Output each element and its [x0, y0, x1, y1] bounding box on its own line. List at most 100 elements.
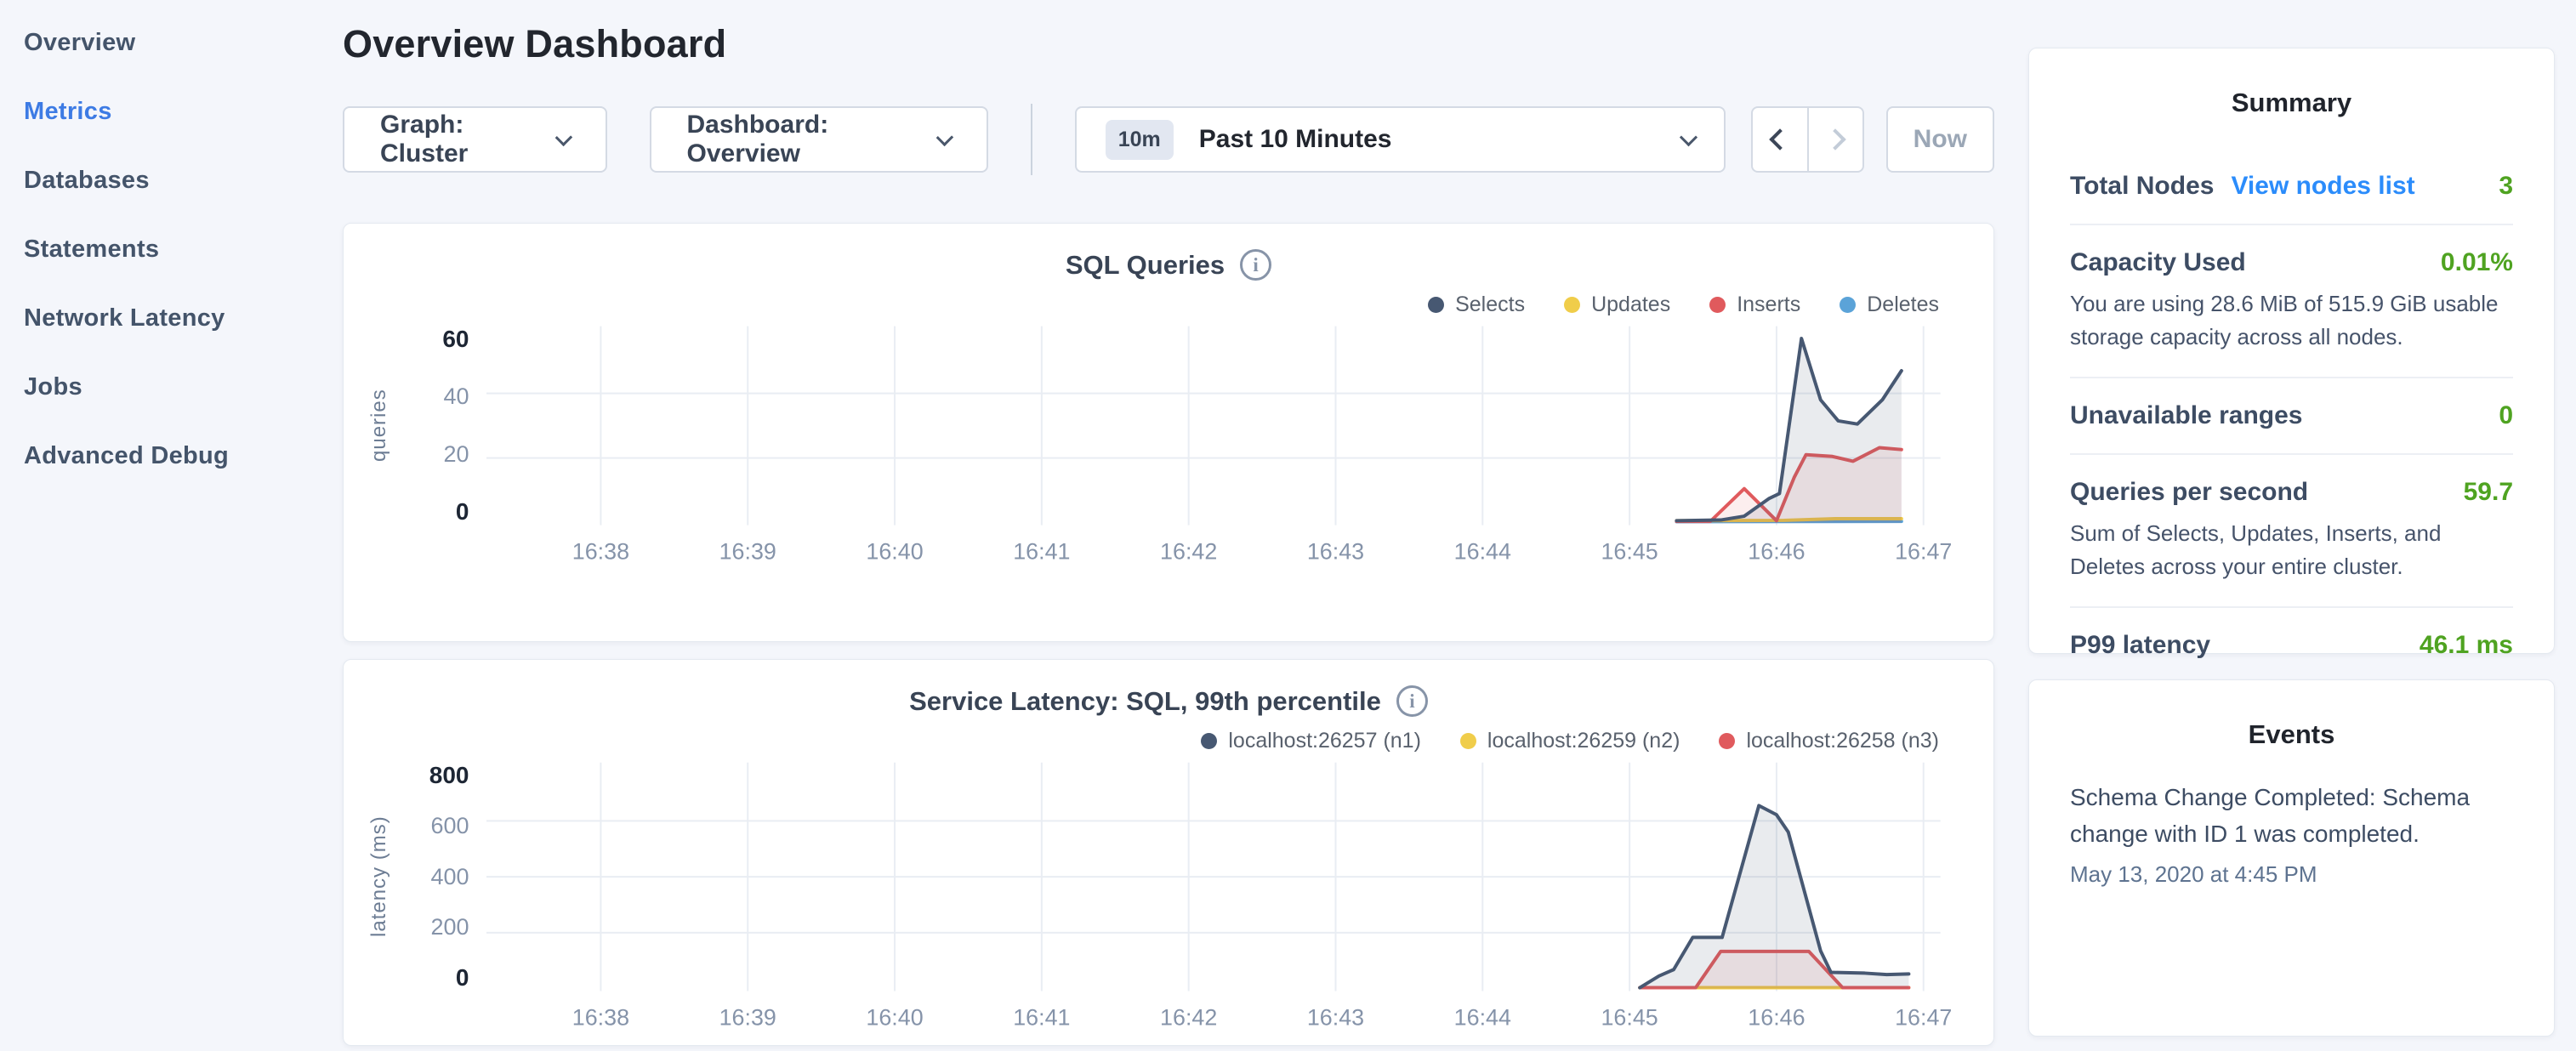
- y-axis-unit-label: latency (ms): [367, 762, 403, 991]
- y-tick-label: 20: [443, 441, 469, 468]
- legend-item[interactable]: Deletes: [1840, 293, 1939, 317]
- legend-item[interactable]: localhost:26259 (n2): [1460, 729, 1680, 753]
- summary-value: 3: [2499, 172, 2513, 201]
- x-tick-label: 16:38: [571, 538, 628, 564]
- time-forward-button[interactable]: [1807, 108, 1862, 171]
- chevron-right-icon: [1825, 128, 1846, 150]
- x-tick-label: 16:41: [1013, 538, 1070, 564]
- summary-value: 0.01%: [2441, 248, 2513, 277]
- dashboard-dropdown-label: Dashboard: Overview: [687, 111, 919, 168]
- sidebar: Overview Metrics Databases Statements Ne…: [0, 0, 320, 1051]
- service-latency-chart-card: Service Latency: SQL, 99th percentile i …: [343, 659, 1994, 1046]
- y-axis-unit-label: queries: [367, 326, 403, 526]
- toolbar: Graph: Cluster Dashboard: Overview 10m P…: [343, 104, 1994, 175]
- summary-description: You are using 28.6 MiB of 515.9 GiB usab…: [2070, 287, 2513, 354]
- legend-label: Updates: [1591, 293, 1670, 317]
- legend-label: Inserts: [1737, 293, 1800, 317]
- x-tick-label: 16:45: [1601, 538, 1658, 564]
- chevron-down-icon: [555, 128, 572, 145]
- legend-label: Deletes: [1867, 293, 1939, 317]
- legend-dot-icon: [1428, 297, 1444, 313]
- info-icon[interactable]: i: [1240, 249, 1271, 281]
- x-tick-label: 16:47: [1895, 1004, 1952, 1030]
- sidebar-item-overview[interactable]: Overview: [24, 9, 320, 77]
- chart-title: SQL Queries: [1066, 250, 1225, 281]
- chart-title: Service Latency: SQL, 99th percentile: [909, 686, 1381, 717]
- sidebar-item-metrics[interactable]: Metrics: [24, 77, 320, 146]
- y-tick-label: 800: [429, 762, 469, 789]
- chevron-down-icon: [1680, 128, 1697, 146]
- x-tick-label: 16:38: [571, 1004, 628, 1030]
- dashboard-dropdown[interactable]: Dashboard: Overview: [650, 106, 988, 173]
- summary-title: Summary: [2070, 88, 2513, 118]
- y-axis-ticks: 8006004002000: [403, 762, 486, 991]
- sidebar-item-databases[interactable]: Databases: [24, 146, 320, 215]
- event-text: Schema Change Completed: Schema change w…: [2070, 779, 2513, 853]
- service-latency-plot[interactable]: 16:3816:3916:4016:4116:4216:4316:4416:45…: [486, 762, 1970, 1036]
- legend-item[interactable]: localhost:26257 (n1): [1201, 729, 1421, 753]
- graph-dropdown[interactable]: Graph: Cluster: [343, 106, 607, 173]
- summary-label: Unavailable ranges: [2070, 401, 2302, 430]
- legend-label: Selects: [1455, 293, 1525, 317]
- x-tick-label: 16:40: [866, 538, 923, 564]
- legend-item[interactable]: Selects: [1428, 293, 1525, 317]
- legend-dot-icon: [1201, 733, 1217, 749]
- legend-item[interactable]: Updates: [1564, 293, 1670, 317]
- summary-label: Total Nodes: [2070, 172, 2214, 201]
- time-range-label: Past 10 Minutes: [1199, 125, 1657, 154]
- x-tick-label: 16:44: [1453, 538, 1510, 564]
- now-button[interactable]: Now: [1886, 106, 1994, 173]
- event-timestamp: May 13, 2020 at 4:45 PM: [2070, 861, 2513, 888]
- x-tick-label: 16:40: [866, 1004, 923, 1030]
- x-tick-label: 16:39: [719, 1004, 776, 1030]
- sidebar-item-network-latency[interactable]: Network Latency: [24, 284, 320, 353]
- view-nodes-list-link[interactable]: View nodes list: [2231, 172, 2414, 201]
- summary-row-p99-latency: P99 latency 46.1 ms: [2070, 606, 2513, 683]
- sidebar-item-advanced-debug[interactable]: Advanced Debug: [24, 422, 320, 491]
- x-tick-label: 16:41: [1013, 1004, 1070, 1030]
- summary-label: Queries per second: [2070, 478, 2308, 507]
- info-icon[interactable]: i: [1396, 685, 1428, 717]
- legend-dot-icon: [1460, 733, 1476, 749]
- x-tick-label: 16:44: [1453, 1004, 1510, 1030]
- x-tick-label: 16:43: [1306, 538, 1363, 564]
- summary-label: Capacity Used: [2070, 248, 2246, 277]
- events-title: Events: [2070, 719, 2513, 750]
- event-list-item[interactable]: Schema Change Completed: Schema change w…: [2070, 779, 2513, 888]
- y-axis-ticks: 6040200: [403, 326, 486, 526]
- sql-queries-chart-card: SQL Queries i Selects Updates Inserts Delet…: [343, 223, 1994, 642]
- x-tick-label: 16:47: [1895, 538, 1952, 564]
- sql-queries-plot[interactable]: 16:3816:3916:4016:4116:4216:4316:4416:45…: [486, 326, 1970, 570]
- y-tick-label: 60: [442, 326, 469, 353]
- sidebar-item-statements[interactable]: Statements: [24, 215, 320, 284]
- time-range-badge: 10m: [1106, 120, 1174, 160]
- y-tick-label: 0: [456, 498, 469, 526]
- y-tick-label: 0: [456, 964, 469, 991]
- x-tick-label: 16:46: [1748, 1004, 1805, 1030]
- summary-label: P99 latency: [2070, 631, 2210, 660]
- events-card: Events Schema Change Completed: Schema c…: [2028, 679, 2555, 1037]
- right-panel: Summary Total Nodes View nodes list 3 Ca…: [2028, 0, 2555, 1051]
- legend-label: localhost:26259 (n2): [1487, 729, 1680, 753]
- y-tick-label: 200: [430, 914, 469, 940]
- legend-label: localhost:26258 (n3): [1746, 729, 1939, 753]
- sidebar-item-jobs[interactable]: Jobs: [24, 353, 320, 422]
- legend-item[interactable]: localhost:26258 (n3): [1719, 729, 1939, 753]
- chevron-down-icon: [936, 128, 953, 145]
- summary-description: Sum of Selects, Updates, Inserts, and De…: [2070, 517, 2513, 583]
- main-content: Overview Dashboard Graph: Cluster Dashbo…: [320, 0, 1994, 1051]
- legend-dot-icon: [1709, 297, 1726, 313]
- x-tick-label: 16:39: [719, 538, 776, 564]
- time-range-dropdown[interactable]: 10m Past 10 Minutes: [1075, 106, 1726, 173]
- x-tick-label: 16:42: [1160, 1004, 1217, 1030]
- summary-card: Summary Total Nodes View nodes list 3 Ca…: [2028, 48, 2555, 654]
- chevron-left-icon: [1769, 128, 1790, 150]
- summary-row-capacity-used: Capacity Used 0.01% You are using 28.6 M…: [2070, 224, 2513, 377]
- summary-row-total-nodes: Total Nodes View nodes list 3: [2070, 149, 2513, 224]
- summary-row-queries-per-second: Queries per second 59.7 Sum of Selects, …: [2070, 453, 2513, 606]
- x-tick-label: 16:43: [1306, 1004, 1363, 1030]
- time-back-button[interactable]: [1753, 108, 1807, 171]
- summary-value: 0: [2499, 401, 2513, 430]
- legend-item[interactable]: Inserts: [1709, 293, 1800, 317]
- legend-dot-icon: [1719, 733, 1735, 749]
